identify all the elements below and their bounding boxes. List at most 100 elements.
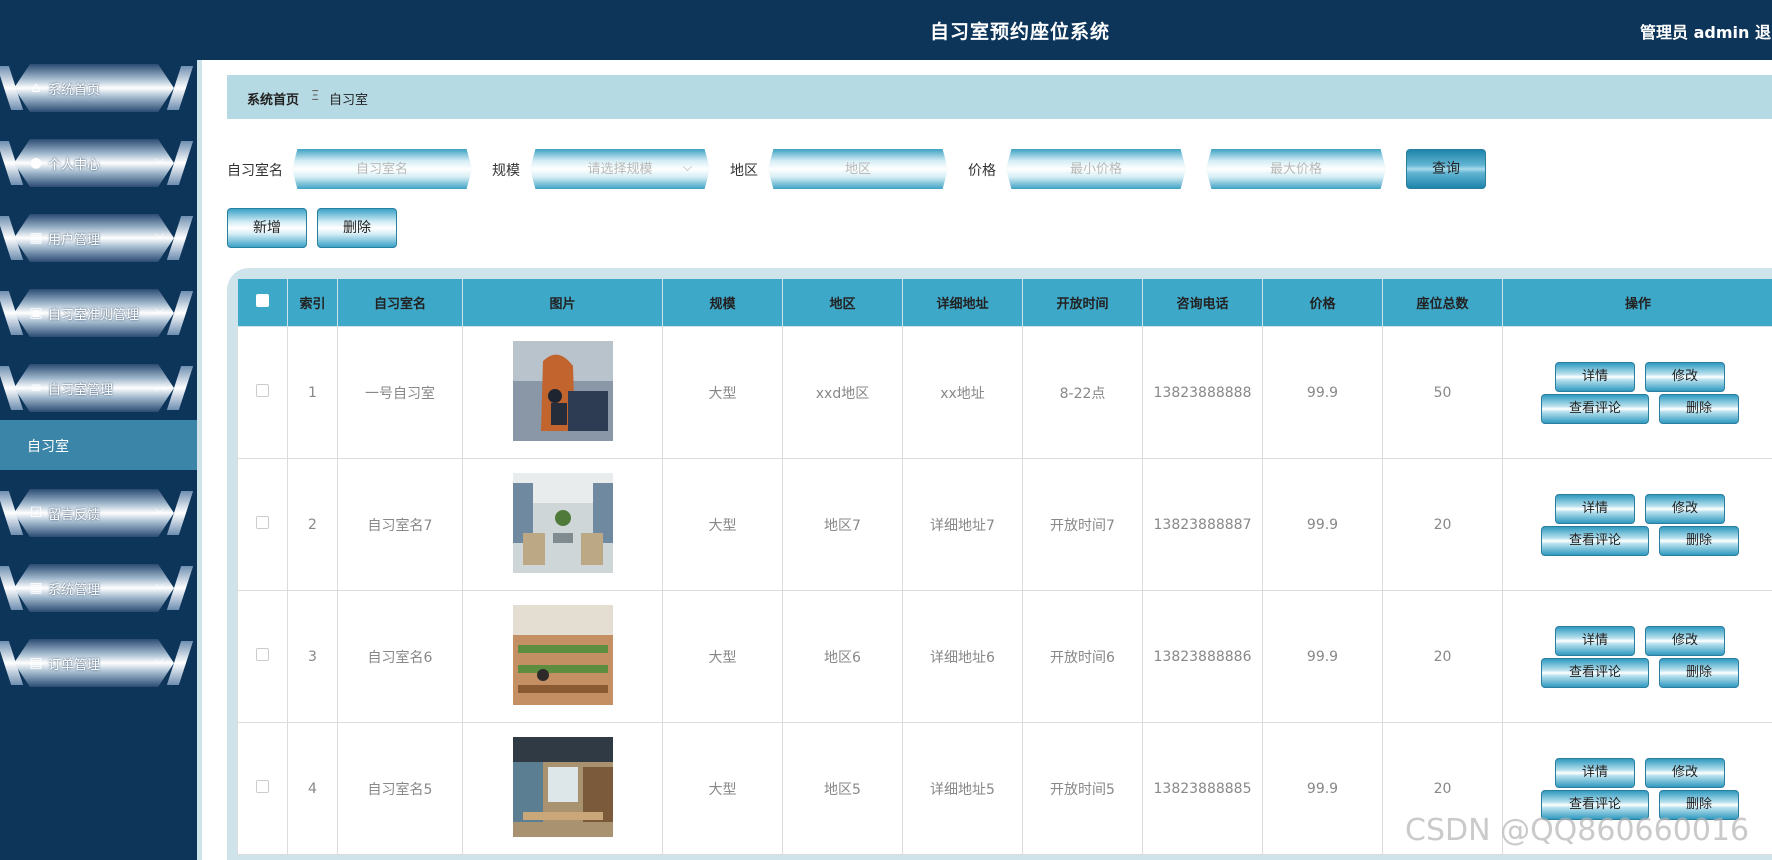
table-row: 3 自习室名6 大型 地区6 详细地址6 开放时间6 13823888886 9… bbox=[237, 590, 1772, 723]
user-icon: ● bbox=[29, 155, 43, 171]
name-label: 自习室名 bbox=[227, 163, 283, 179]
chat-icon: ▤ bbox=[29, 655, 43, 671]
sidebar-item-rooms[interactable]: ≡ 自习室管理 ︿ bbox=[0, 360, 194, 416]
cell-scale: 大型 bbox=[662, 590, 783, 723]
sidebar-item-label: 个人中心 bbox=[48, 158, 101, 173]
breadcrumb: 系统首页 Ξ 自习室 bbox=[227, 75, 1772, 119]
column-header: 开放时间 bbox=[1022, 278, 1143, 327]
chevron-up-icon: ︿ bbox=[155, 379, 168, 393]
detail-button[interactable]: 详情 bbox=[1555, 625, 1635, 656]
cell-address: 详细地址5 bbox=[902, 722, 1023, 855]
scale-label: 规模 bbox=[492, 163, 520, 179]
cell-area: xxd地区 bbox=[782, 326, 903, 459]
view-comments-button[interactable]: 查看评论 bbox=[1541, 393, 1649, 424]
detail-button[interactable]: 详情 bbox=[1555, 757, 1635, 788]
scale-select-input[interactable] bbox=[548, 157, 692, 181]
breadcrumb-home[interactable]: 系统首页 bbox=[247, 89, 299, 108]
select-all-header[interactable] bbox=[237, 278, 288, 327]
sidebar-item-label: 用户管理 bbox=[48, 233, 101, 248]
column-header: 座位总数 bbox=[1382, 278, 1503, 327]
column-header: 详细地址 bbox=[902, 278, 1023, 327]
sidebar-subitem-room[interactable]: 自习室 bbox=[0, 420, 197, 470]
cell-phone: 13823888888 bbox=[1142, 326, 1263, 459]
chevron-down-icon: ⌵ bbox=[155, 302, 165, 316]
cell-address: 详细地址7 bbox=[902, 458, 1023, 591]
edit-button[interactable]: 修改 bbox=[1645, 493, 1725, 524]
cell-phone: 13823888885 bbox=[1142, 722, 1263, 855]
delete-button[interactable]: 删除 bbox=[1659, 657, 1739, 688]
chevron-down-icon: ⌵ bbox=[682, 160, 692, 174]
view-comments-button[interactable]: 查看评论 bbox=[1541, 657, 1649, 688]
chevron-down-icon: ⌵ bbox=[155, 577, 165, 591]
chevron-down-icon: ⌵ bbox=[155, 152, 165, 166]
grid-icon: ▦ bbox=[29, 230, 43, 246]
column-header: 自习室名 bbox=[337, 278, 463, 327]
cell-price: 99.9 bbox=[1262, 722, 1383, 855]
select-all-checkbox[interactable] bbox=[256, 294, 269, 307]
name-input[interactable] bbox=[310, 157, 454, 181]
query-button[interactable]: 查询 bbox=[1406, 149, 1486, 189]
sidebar-item-label: 系统管理 bbox=[48, 583, 101, 598]
detail-button[interactable]: 详情 bbox=[1555, 493, 1635, 524]
sidebar-subitem-label: 自习室 bbox=[27, 439, 69, 455]
sidebar-item-rules[interactable]: ▣ 自习室准则管理 ⌵ bbox=[0, 285, 194, 341]
user-info[interactable]: 管理员 admin 退出 bbox=[1640, 19, 1772, 43]
column-header: 规模 bbox=[662, 278, 783, 327]
cell-name: 一号自习室 bbox=[337, 326, 463, 459]
bulk-delete-button[interactable]: 删除 bbox=[317, 208, 397, 248]
cell-hours: 开放时间5 bbox=[1022, 722, 1143, 855]
app-title: 自习室预约座位系统 bbox=[930, 21, 1111, 43]
sidebar-item-users[interactable]: ▦ 用户管理 ⌵ bbox=[0, 210, 194, 266]
view-comments-button[interactable]: 查看评论 bbox=[1541, 525, 1649, 556]
min-price-input[interactable] bbox=[1024, 157, 1168, 181]
scale-select[interactable]: ⌵ bbox=[530, 149, 710, 189]
max-price-wrap bbox=[1206, 149, 1386, 189]
top-header: 自习室预约座位系统 管理员 admin 退出 bbox=[0, 0, 1772, 60]
detail-button[interactable]: 详情 bbox=[1555, 361, 1635, 392]
sidebar-item-label: 留言反馈 bbox=[48, 508, 101, 523]
max-price-input[interactable] bbox=[1224, 157, 1368, 181]
chevron-down-icon: ⌵ bbox=[155, 502, 165, 516]
sidebar-item-orders[interactable]: ▤ 订单管理 ⌵ bbox=[0, 635, 194, 691]
edit-button[interactable]: 修改 bbox=[1645, 757, 1725, 788]
edit-button[interactable]: 修改 bbox=[1645, 625, 1725, 656]
cell-index: 2 bbox=[287, 458, 338, 591]
cell-seats: 50 bbox=[1382, 326, 1503, 459]
name-input-wrap bbox=[292, 149, 472, 189]
cell-name: 自习室名6 bbox=[337, 590, 463, 723]
sidebar: ⌂ 系统首页 ● 个人中心 ⌵ ▦ 用户管理 ⌵ ▣ 自习室准则管理 ⌵ ≡ 自… bbox=[0, 0, 202, 860]
cell-name: 自习室名7 bbox=[337, 458, 463, 591]
sidebar-item-home[interactable]: ⌂ 系统首页 bbox=[0, 60, 194, 116]
cell-index: 3 bbox=[287, 590, 338, 723]
cell-address: 详细地址6 bbox=[902, 590, 1023, 723]
min-price-wrap bbox=[1006, 149, 1186, 189]
sidebar-item-label: 自习室管理 bbox=[48, 383, 114, 398]
cell-area: 地区6 bbox=[782, 590, 903, 723]
row-checkbox[interactable] bbox=[256, 516, 269, 529]
row-checkbox[interactable] bbox=[256, 384, 269, 397]
room-photo bbox=[512, 604, 613, 705]
delete-button[interactable]: 删除 bbox=[1659, 525, 1739, 556]
cell-scale: 大型 bbox=[662, 458, 783, 591]
column-header: 索引 bbox=[287, 278, 338, 327]
sidebar-item-personal[interactable]: ● 个人中心 ⌵ bbox=[0, 135, 194, 191]
sidebar-item-feedback[interactable]: ☑ 留言反馈 ⌵ bbox=[0, 485, 194, 541]
cell-scale: 大型 bbox=[662, 722, 783, 855]
sliders-icon: ≡ bbox=[30, 380, 42, 396]
room-table: 索引 自习室名 图片 规模 地区 详细地址 开放时间 咨询电话 价格 座位总数 … bbox=[237, 278, 1772, 855]
edit-button[interactable]: 修改 bbox=[1645, 361, 1725, 392]
row-checkbox[interactable] bbox=[256, 780, 269, 793]
row-actions: 详情 修改 查看评论 删除 bbox=[1503, 490, 1772, 560]
table-row: 1 一号自习室 大型 xxd地区 xx地址 8-22点 13823888888 … bbox=[237, 326, 1772, 459]
row-checkbox[interactable] bbox=[256, 648, 269, 661]
room-photo bbox=[512, 340, 613, 441]
cell-seats: 20 bbox=[1382, 590, 1503, 723]
clipboard-check-icon: ☑ bbox=[29, 505, 43, 521]
cell-index: 1 bbox=[287, 326, 338, 459]
add-button[interactable]: 新增 bbox=[227, 208, 307, 248]
briefcase-icon: ▣ bbox=[29, 305, 43, 321]
table-header-row: 索引 自习室名 图片 规模 地区 详细地址 开放时间 咨询电话 价格 座位总数 … bbox=[237, 278, 1772, 327]
sidebar-item-system[interactable]: ▦ 系统管理 ⌵ bbox=[0, 560, 194, 616]
area-input[interactable] bbox=[786, 157, 930, 181]
delete-button[interactable]: 删除 bbox=[1659, 393, 1739, 424]
